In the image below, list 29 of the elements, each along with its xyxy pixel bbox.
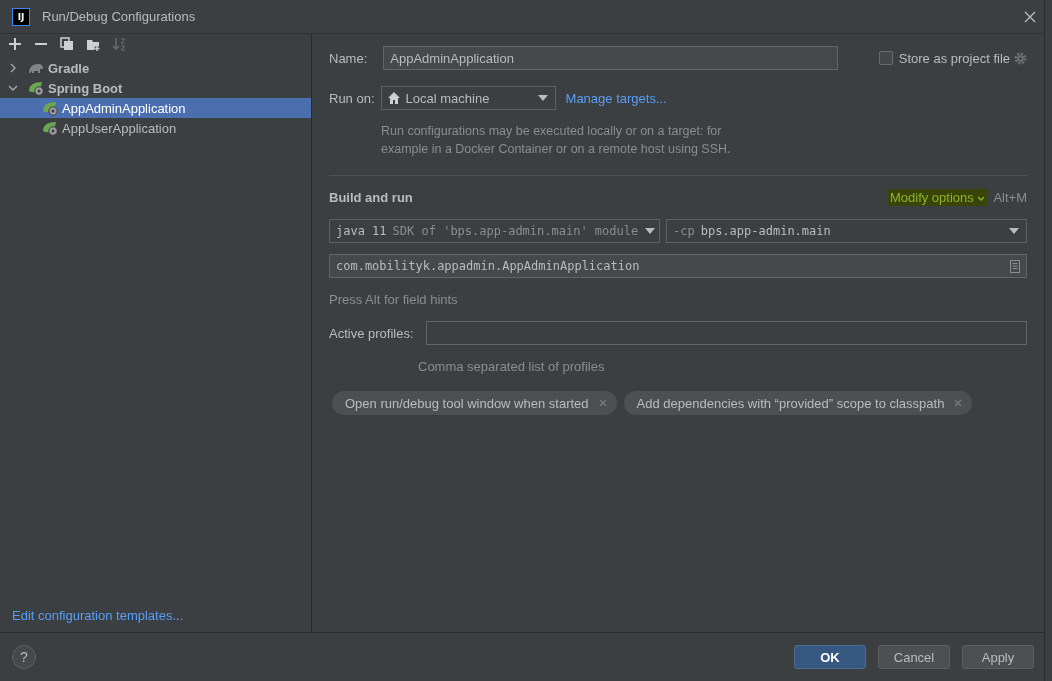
- tree-item[interactable]: AppUserApplication: [0, 118, 311, 138]
- option-chip[interactable]: Add dependencies with “provided” scope to classpath: [623, 391, 973, 415]
- tree-item[interactable]: Gradle: [0, 58, 311, 78]
- dialog-button[interactable]: OK: [794, 645, 866, 669]
- app-logo-icon: IJ: [12, 7, 30, 26]
- section-title: Build and run: [329, 189, 413, 205]
- hint-text: Press Alt for field hints: [329, 292, 458, 307]
- run-on-dropdown[interactable]: Local machine: [380, 86, 556, 110]
- window-title: Run/Debug Configurations: [42, 9, 197, 24]
- tree-item[interactable]: Spring Boot: [0, 78, 311, 98]
- classpath-dropdown[interactable]: -cp bps.app-admin.main: [666, 219, 1027, 243]
- shortcut-text: Alt+M: [993, 189, 1027, 205]
- field-label: Active profiles:: [329, 325, 414, 341]
- main-class-field[interactable]: com.mobilityk.appadmin.AppAdminApplication: [329, 254, 1027, 278]
- modify-options-link[interactable]: Modify options: [887, 188, 988, 206]
- dialog-button[interactable]: Cancel: [878, 645, 950, 669]
- checkbox-label: Store as project file: [898, 50, 1010, 66]
- helper-text: Comma separated list of profiles: [418, 359, 605, 374]
- help-button[interactable]: ?: [12, 645, 36, 669]
- jdk-dropdown[interactable]: java 11 SDK of 'bps.app-admin.main' module: [329, 219, 660, 243]
- edit-templates-link[interactable]: Edit configuration templates...: [0, 608, 184, 632]
- name-field[interactable]: AppAdminApplication: [383, 46, 839, 70]
- field-label: Name:: [329, 50, 368, 66]
- tree-item[interactable]: AppAdminApplication: [0, 98, 311, 118]
- dialog-button[interactable]: Apply: [962, 645, 1034, 669]
- description-text: Run configurations may be executed locally or on a target: for example in a Docker Container or on a remote host using SSH.: [381, 123, 732, 158]
- field-label: Run on:: [329, 90, 375, 106]
- manage-targets-link[interactable]: Manage targets...: [565, 90, 667, 106]
- option-chip[interactable]: Open run/debug tool window when started: [332, 391, 617, 415]
